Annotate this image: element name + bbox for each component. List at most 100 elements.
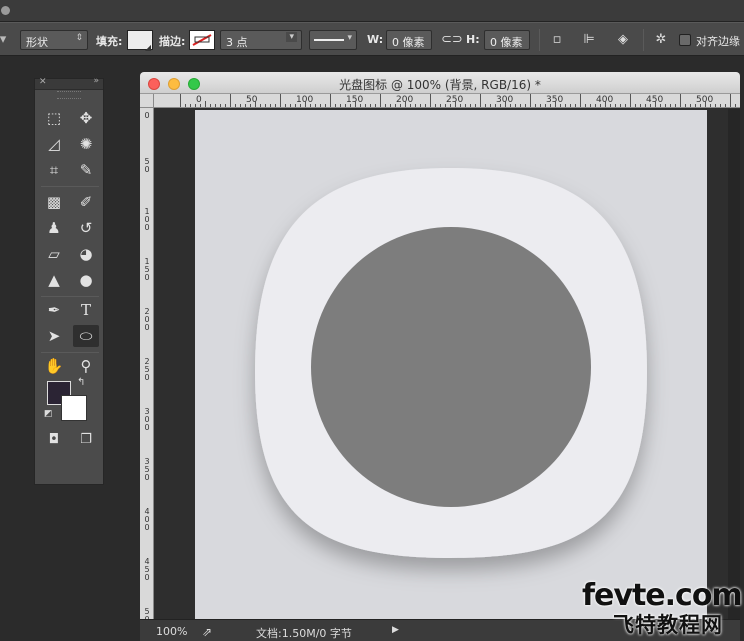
- canvas[interactable]: [195, 110, 707, 622]
- gear-icon[interactable]: ✲: [652, 31, 670, 49]
- ruler-tick: [285, 104, 286, 107]
- watermark-domain: fevte.com: [582, 578, 743, 613]
- ruler-origin[interactable]: [140, 94, 154, 108]
- divider: [41, 352, 99, 353]
- ruler-tick: [640, 104, 641, 107]
- ruler-tick: [530, 94, 531, 107]
- ruler-tick: [310, 104, 311, 107]
- path-alignment-icon[interactable]: ⊫: [580, 31, 598, 49]
- blur-tool-icon[interactable]: ▲: [41, 269, 67, 291]
- shape-mode-value: 形状: [26, 36, 48, 49]
- ruler-label: 350: [144, 457, 150, 482]
- stroke-width-value: 3 点: [226, 36, 248, 49]
- lasso-tool-icon[interactable]: ◿: [41, 133, 67, 155]
- clone-stamp-icon[interactable]: ♟: [41, 217, 67, 239]
- shape-mode-select[interactable]: 形状 ⇕: [20, 30, 88, 50]
- ruler-tick: [540, 104, 541, 107]
- ruler-tick: [465, 104, 466, 107]
- hand-tool-icon[interactable]: ✋: [41, 355, 67, 377]
- paint-bucket-icon[interactable]: ◕: [73, 243, 99, 265]
- ruler-tick: [295, 104, 296, 107]
- stroke-none-icon: [192, 34, 212, 46]
- ruler-tick: [660, 104, 661, 107]
- ruler-tick: [190, 104, 191, 107]
- ruler-tick: [300, 104, 301, 107]
- panel-grip[interactable]: [57, 91, 81, 99]
- document-info: 文档:1.50M/0 字节: [256, 627, 352, 640]
- document-title: 光盘图标 @ 100% (背景, RGB/16) *: [339, 78, 541, 92]
- ruler-tick: [415, 104, 416, 107]
- brush-tool-icon[interactable]: ✐: [73, 191, 99, 213]
- vertical-scrollbar[interactable]: [728, 109, 740, 619]
- move-tool-icon[interactable]: ✥: [73, 107, 99, 129]
- history-brush-icon[interactable]: ↺: [73, 217, 99, 239]
- ruler-tick: [245, 104, 246, 107]
- screen-mode-icon[interactable]: ❐: [73, 429, 99, 451]
- stroke-swatch[interactable]: [189, 30, 215, 50]
- crop-tool-icon[interactable]: ⌗: [41, 159, 67, 181]
- document-titlebar[interactable]: 光盘图标 @ 100% (背景, RGB/16) *: [140, 72, 740, 94]
- ruler-tick: [435, 104, 436, 107]
- ruler-tick: [545, 104, 546, 107]
- magic-wand-icon[interactable]: ✺: [73, 133, 99, 155]
- eyedropper-icon[interactable]: ✎: [73, 159, 99, 181]
- ruler-tick: [645, 104, 646, 107]
- ruler-tick: [500, 104, 501, 107]
- width-value: 0 像素: [392, 36, 425, 49]
- vertical-ruler[interactable]: 0 50 100 150 200 250 300 350 400 450 500: [140, 108, 154, 619]
- ruler-tick: [260, 104, 261, 107]
- ruler-tick: [350, 104, 351, 107]
- ruler-tick: [255, 101, 256, 107]
- default-colors-icon[interactable]: ◩: [44, 409, 53, 419]
- zoom-level[interactable]: 100%: [156, 625, 187, 638]
- link-icon[interactable]: ⊂⊃: [441, 31, 463, 49]
- stroke-style-select[interactable]: ▾: [309, 30, 357, 50]
- close-icon[interactable]: ✕: [39, 77, 47, 87]
- tools-panel-header[interactable]: ✕ »: [35, 76, 103, 90]
- ruler-tick: [720, 104, 721, 107]
- tool-preset-icon[interactable]: ▾: [0, 31, 12, 49]
- swap-colors-icon[interactable]: ↰: [77, 377, 85, 388]
- stroke-width-select[interactable]: 3 点 ▾: [220, 30, 302, 50]
- height-input[interactable]: 0 像素: [484, 30, 530, 50]
- dodge-tool-icon[interactable]: ●: [73, 269, 99, 291]
- ruler-tick: [455, 101, 456, 107]
- ruler-tick: [410, 104, 411, 107]
- ruler-tick: [340, 104, 341, 107]
- width-input[interactable]: 0 像素: [386, 30, 432, 50]
- healing-brush-icon[interactable]: ▩: [41, 191, 67, 213]
- status-menu-arrow-icon[interactable]: ▶: [392, 625, 399, 635]
- ruler-tick: [535, 104, 536, 107]
- fill-swatch[interactable]: ◢: [127, 30, 153, 52]
- ellipse-tool-icon[interactable]: ⬭: [73, 325, 99, 347]
- horizontal-ruler[interactable]: 0 50 100 150 200 250 300 350 400 450 500: [154, 94, 740, 108]
- ruler-tick: [670, 104, 671, 107]
- eraser-icon[interactable]: ▱: [41, 243, 67, 265]
- type-tool-icon[interactable]: T: [73, 299, 99, 321]
- pasteboard[interactable]: [155, 109, 740, 622]
- collapse-icon[interactable]: »: [93, 76, 99, 86]
- align-edges-checkbox[interactable]: [679, 34, 691, 46]
- marquee-tool-icon[interactable]: ⬚: [41, 107, 67, 129]
- ruler-tick: [250, 104, 251, 107]
- ruler-tick: [280, 94, 281, 107]
- zoom-tool-icon[interactable]: ⚲: [73, 355, 99, 377]
- ruler-tick: [355, 101, 356, 107]
- path-selection-icon[interactable]: ➤: [41, 325, 67, 347]
- divider: [41, 296, 99, 297]
- ruler-tick: [615, 104, 616, 107]
- path-operations-icon[interactable]: ▫: [548, 31, 566, 49]
- ruler-tick: [450, 104, 451, 107]
- background-color-swatch[interactable]: [61, 395, 87, 421]
- export-icon[interactable]: ⇗: [202, 625, 212, 639]
- ruler-tick: [555, 101, 556, 107]
- ruler-tick: [430, 94, 431, 107]
- ruler-tick: [220, 104, 221, 107]
- ruler-tick: [470, 104, 471, 107]
- ruler-tick: [625, 104, 626, 107]
- ruler-tick: [560, 104, 561, 107]
- quick-mask-icon[interactable]: ◘: [41, 429, 67, 451]
- path-arrangement-icon[interactable]: ◈: [614, 31, 632, 49]
- pen-tool-icon[interactable]: ✒: [41, 299, 67, 321]
- ruler-tick: [335, 104, 336, 107]
